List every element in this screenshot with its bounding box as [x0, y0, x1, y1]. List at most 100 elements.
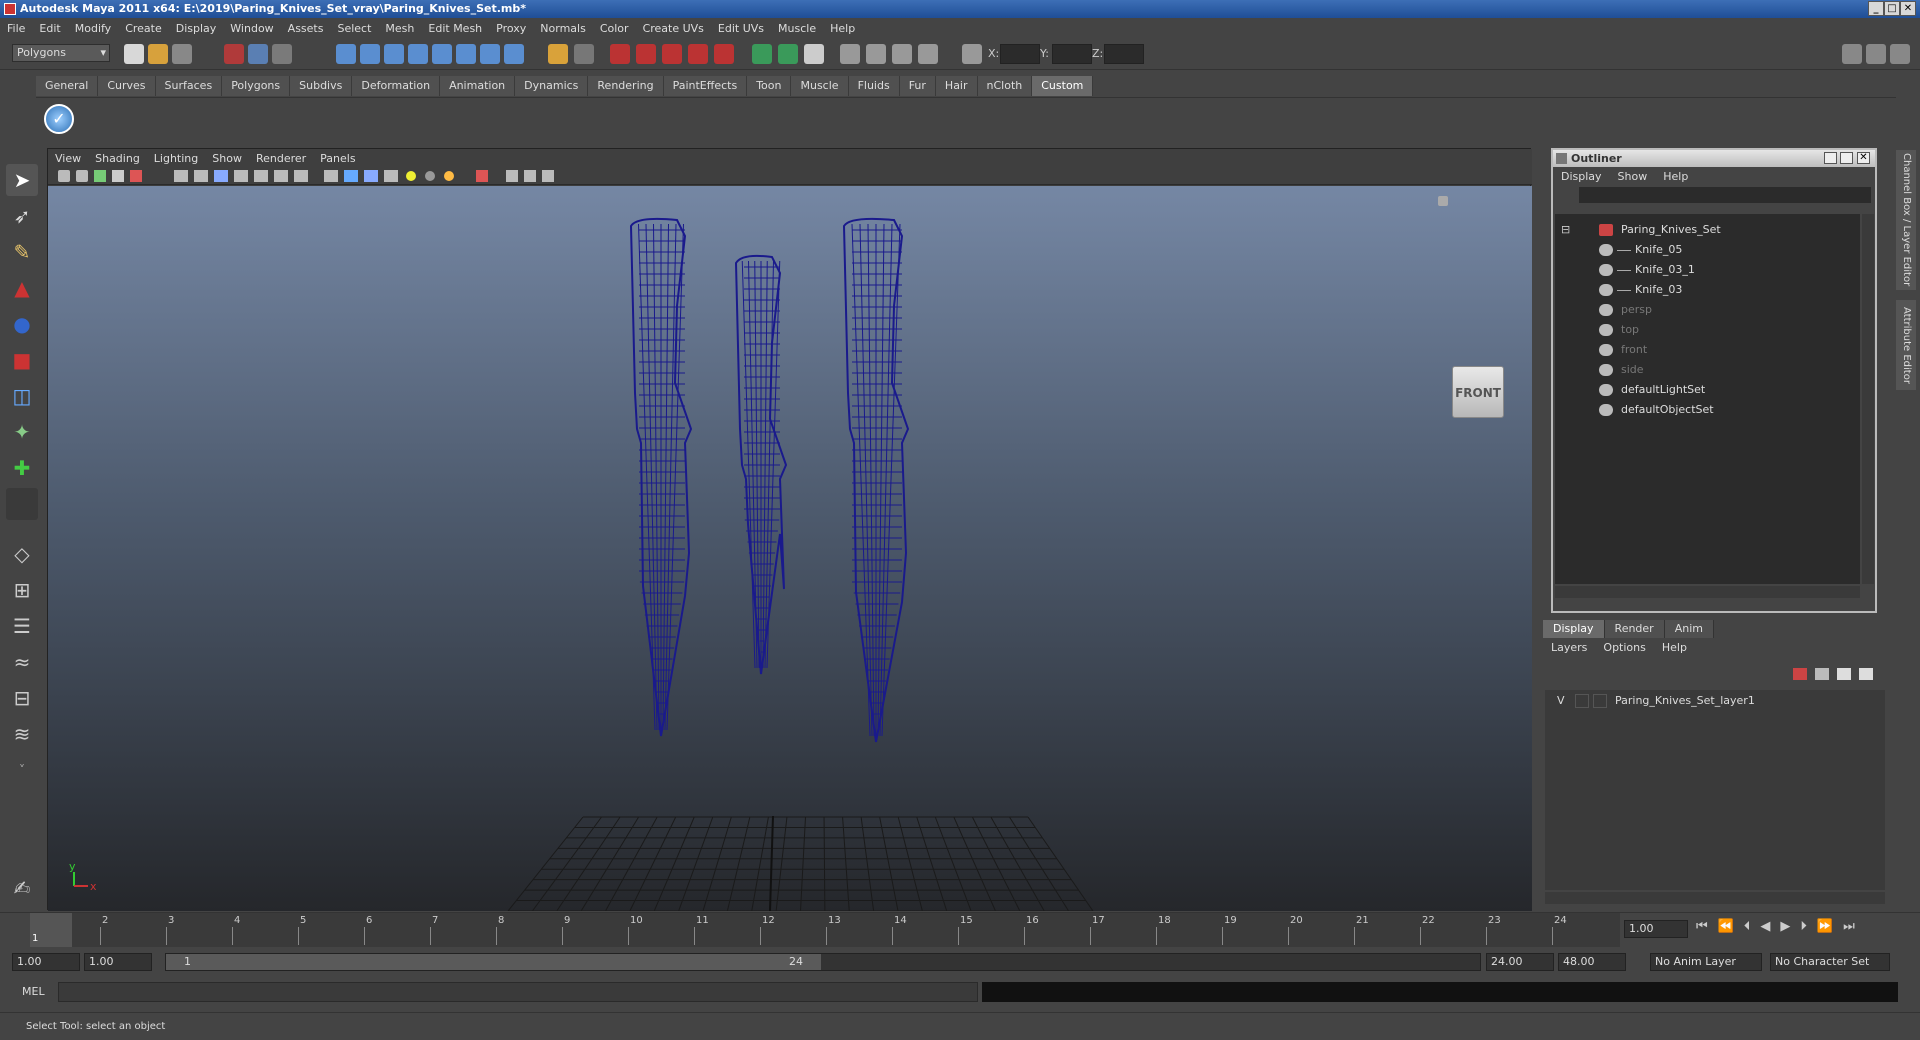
- snap-plane-icon[interactable]: [408, 44, 428, 64]
- current-time-field[interactable]: 1.00: [1624, 920, 1688, 938]
- menu-assets[interactable]: Assets: [281, 22, 331, 35]
- tab-attribute-editor[interactable]: Attribute Editor: [1896, 300, 1916, 390]
- menu-display[interactable]: Display: [169, 22, 224, 35]
- outliner-maximize-button[interactable]: [1840, 152, 1853, 164]
- menu-edit-uvs[interactable]: Edit UVs: [711, 22, 771, 35]
- shelf-tab-polygons[interactable]: Polygons: [222, 76, 291, 96]
- view-cube[interactable]: FRONT: [1452, 366, 1504, 418]
- playback-end-field[interactable]: 24.00: [1486, 953, 1554, 971]
- move-tool-icon[interactable]: ▲: [6, 272, 38, 304]
- camera-icon[interactable]: [840, 44, 860, 64]
- outliner-item[interactable]: top: [1555, 320, 1855, 340]
- collapse-toggle-icon[interactable]: ⊟: [1561, 220, 1570, 240]
- menu-normals[interactable]: Normals: [533, 22, 593, 35]
- menu-muscle[interactable]: Muscle: [771, 22, 823, 35]
- snap-grid-icon[interactable]: [336, 44, 356, 64]
- new-layer-from-selected-icon[interactable]: [1793, 668, 1807, 680]
- step-back-key-icon[interactable]: ⏪: [1718, 919, 1734, 934]
- go-to-start-icon[interactable]: ⏮: [1696, 919, 1708, 934]
- viewport-scene[interactable]: y x FRONT: [48, 186, 1532, 912]
- range-slider-track[interactable]: 1 24: [165, 953, 1481, 971]
- step-back-frame-icon[interactable]: ⏴: [1744, 919, 1751, 934]
- layout-icon[interactable]: [918, 44, 938, 64]
- animation-end-field[interactable]: 48.00: [1558, 953, 1626, 971]
- character-set-dropdown[interactable]: No Character Set: [1770, 953, 1890, 971]
- toggle-tool-settings-icon[interactable]: [1866, 44, 1886, 64]
- menu-set-dropdown[interactable]: Polygons ▾: [12, 44, 110, 62]
- outliner-filter-field[interactable]: [1579, 187, 1871, 203]
- four-view-layout-icon[interactable]: ⊞: [6, 574, 38, 606]
- play-forward-icon[interactable]: ▶: [1780, 919, 1790, 934]
- toggle-attribute-editor-icon[interactable]: [1890, 44, 1910, 64]
- go-to-end-icon[interactable]: ⏭: [1843, 919, 1855, 934]
- script-editor-icon[interactable]: ✍: [6, 872, 38, 904]
- shelf-tab-fur[interactable]: Fur: [899, 76, 936, 96]
- outliner-item[interactable]: side: [1555, 360, 1855, 380]
- new-scene-icon[interactable]: [124, 44, 144, 64]
- viewport-menu-renderer[interactable]: Renderer: [249, 152, 313, 165]
- input-ops-icon[interactable]: [574, 44, 594, 64]
- outliner-item[interactable]: ⊟ Paring_Knives_Set: [1555, 220, 1855, 240]
- outliner-horizontal-scrollbar[interactable]: [1555, 586, 1860, 598]
- outliner-item[interactable]: Knife_03_1: [1555, 260, 1855, 280]
- time-ruler[interactable]: 1234567891011121314151617181920212223241: [30, 913, 1620, 947]
- viewport-menu-panels[interactable]: Panels: [313, 152, 362, 165]
- camera-tools-icon[interactable]: [866, 44, 886, 64]
- menu-edit-mesh[interactable]: Edit Mesh: [421, 22, 489, 35]
- menu-help[interactable]: Help: [823, 22, 862, 35]
- maximize-button[interactable]: □: [1884, 1, 1900, 16]
- show-manipulator-icon[interactable]: ✚: [6, 452, 38, 484]
- save-scene-icon[interactable]: [172, 44, 192, 64]
- add-to-layer-icon[interactable]: [1837, 668, 1851, 680]
- layer-visibility-toggle[interactable]: V: [1557, 694, 1565, 707]
- outliner-item[interactable]: defaultLightSet: [1555, 380, 1855, 400]
- animation-start-field[interactable]: 1.00: [12, 953, 80, 971]
- close-button[interactable]: ✕: [1900, 1, 1916, 16]
- outliner-close-button[interactable]: ✕: [1857, 152, 1870, 164]
- menu-modify[interactable]: Modify: [68, 22, 118, 35]
- rotate-tool-icon[interactable]: ●: [6, 308, 38, 340]
- menu-proxy[interactable]: Proxy: [489, 22, 533, 35]
- select-object-icon[interactable]: [248, 44, 268, 64]
- viewport-menu-lighting[interactable]: Lighting: [147, 152, 205, 165]
- step-forward-frame-icon[interactable]: ⏵: [1800, 919, 1807, 934]
- soft-mod-icon[interactable]: ✦: [6, 416, 38, 448]
- hypergraph-layout-icon[interactable]: ⊟: [6, 682, 38, 714]
- layer-tab-render[interactable]: Render: [1604, 620, 1665, 638]
- outliner-item[interactable]: defaultObjectSet: [1555, 400, 1855, 420]
- anim-layer-dropdown[interactable]: No Anim Layer: [1650, 953, 1762, 971]
- layer-row[interactable]: V Paring_Knives_Set_layer1: [1545, 692, 1885, 710]
- outliner-vertical-scrollbar[interactable]: [1862, 214, 1874, 584]
- shelf-tab-curves[interactable]: Curves: [98, 76, 156, 96]
- menu-select[interactable]: Select: [330, 22, 378, 35]
- lasso-tool-icon[interactable]: ➶: [6, 200, 38, 232]
- render-settings-icon[interactable]: [662, 44, 682, 64]
- quick-layout-icon[interactable]: [892, 44, 912, 64]
- y-field[interactable]: [1052, 44, 1092, 64]
- show-attribute-editor-icon[interactable]: [804, 44, 824, 64]
- outliner-item[interactable]: front: [1555, 340, 1855, 360]
- shelf-tab-fluids[interactable]: Fluids: [848, 76, 900, 96]
- viewport-menu-show[interactable]: Show: [205, 152, 249, 165]
- layer-tab-anim[interactable]: Anim: [1664, 620, 1714, 638]
- universal-manipulator-icon[interactable]: ◫: [6, 380, 38, 412]
- mel-label[interactable]: MEL: [22, 985, 45, 998]
- show-tool-settings-icon[interactable]: [778, 44, 798, 64]
- shelf-tab-rendering[interactable]: Rendering: [588, 76, 664, 96]
- lock-icon[interactable]: [548, 44, 568, 64]
- single-perspective-layout-icon[interactable]: ◇: [6, 538, 38, 570]
- x-field[interactable]: [1000, 44, 1040, 64]
- tab-channel-box[interactable]: Channel Box / Layer Editor: [1896, 150, 1916, 290]
- outliner-minimize-button[interactable]: [1824, 152, 1837, 164]
- step-forward-key-icon[interactable]: ⏩: [1817, 919, 1833, 934]
- time-slider[interactable]: 1234567891011121314151617181920212223241…: [0, 912, 1920, 948]
- outliner-item[interactable]: Knife_03: [1555, 280, 1855, 300]
- paint-select-icon[interactable]: ✎: [6, 236, 38, 268]
- range-slider-bar[interactable]: 1 24: [166, 954, 821, 970]
- select-tool-icon[interactable]: ➤: [6, 164, 38, 196]
- menu-color[interactable]: Color: [593, 22, 636, 35]
- menu-create-uvs[interactable]: Create UVs: [636, 22, 711, 35]
- shelf-tab-custom[interactable]: Custom: [1032, 76, 1094, 96]
- layer-horizontal-scrollbar[interactable]: [1545, 892, 1885, 904]
- layer-type-toggle[interactable]: [1575, 694, 1589, 708]
